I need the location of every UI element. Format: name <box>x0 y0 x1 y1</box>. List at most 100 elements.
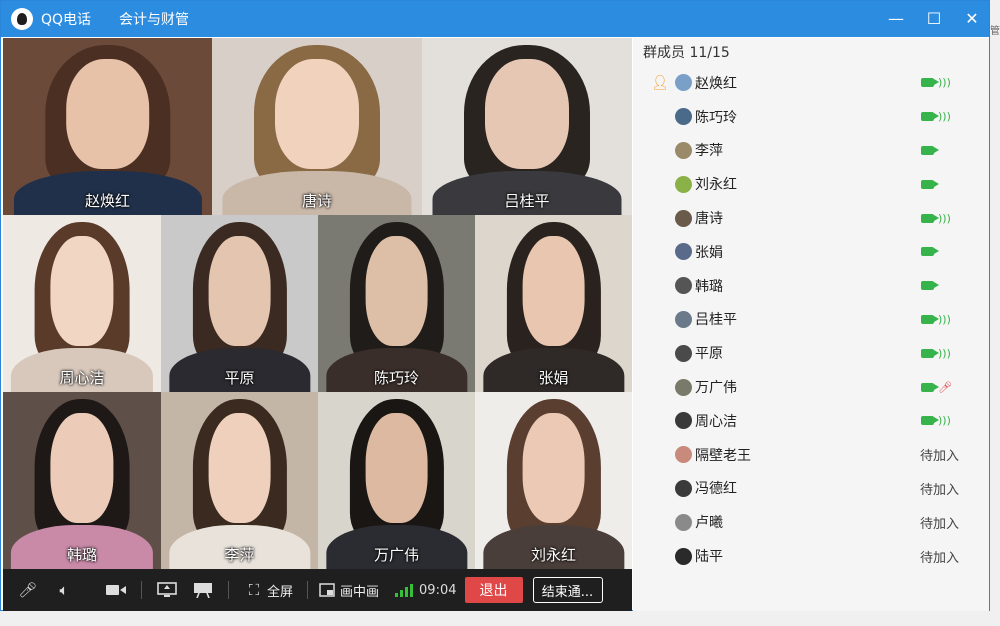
participant-name: 张娟 <box>538 369 569 387</box>
avatar <box>675 74 692 92</box>
avatar <box>675 175 692 193</box>
member-row[interactable]: 唐诗))) <box>633 201 989 235</box>
member-row[interactable]: 陆平 待加入 <box>633 539 989 573</box>
member-panel: 群成员 11/15 👤︎ 赵焕红))) 陈巧玲))) 李萍 刘永红 唐诗))) 张娟 韩璐 吕桂… <box>633 38 989 611</box>
speaking-icon: ))) <box>938 110 951 124</box>
pending-status: 待加入 <box>920 516 960 532</box>
video-tile[interactable]: 陈巧玲 <box>318 215 475 392</box>
participant-name: 万广伟 <box>373 546 419 564</box>
participant-face <box>522 413 585 523</box>
member-name: 陆平 <box>695 549 723 566</box>
exit-button[interactable]: 退出 <box>464 577 523 603</box>
member-count-header: 群成员 11/15 <box>643 45 730 61</box>
member-name: 周心洁 <box>695 413 737 430</box>
avatar <box>675 243 692 261</box>
member-row[interactable]: 韩璐 <box>633 269 989 303</box>
participant-face <box>275 59 359 169</box>
video-on-icon <box>921 213 939 223</box>
screen-share-icon[interactable] <box>156 579 178 601</box>
pending-status: 待加入 <box>920 550 960 566</box>
title-bar[interactable]: QQ电话 会计与财管 — ☐ ✕ <box>1 1 989 37</box>
avatar <box>675 209 692 227</box>
participant-face <box>65 59 150 169</box>
video-tile[interactable]: 平原 <box>161 215 318 392</box>
participant-face <box>485 59 569 169</box>
participant-name: 周心洁 <box>59 369 105 387</box>
video-tile[interactable]: 万广伟 <box>318 392 475 569</box>
avatar <box>675 513 692 531</box>
close-button[interactable]: ✕ <box>963 10 981 28</box>
video-on-icon <box>921 382 939 392</box>
video-on-icon <box>921 179 939 189</box>
video-tile[interactable]: 韩璐 <box>3 392 161 569</box>
member-row[interactable]: 吕桂平))) <box>633 303 989 337</box>
member-row[interactable]: 卢曦 待加入 <box>633 505 989 539</box>
member-row[interactable]: 隔壁老王 待加入 <box>633 438 989 472</box>
microphone-icon[interactable]: 🎤︎ <box>17 579 39 601</box>
member-row[interactable]: 刘永红 <box>633 167 989 201</box>
avatar <box>675 277 692 295</box>
speaking-icon: ))) <box>938 346 951 360</box>
video-on-icon <box>921 247 939 257</box>
video-grid: 赵焕红 唐诗 吕桂平周心洁 平原 陈巧玲 张娟韩璐 李萍 万广伟 刘永红 <box>3 38 632 569</box>
member-name: 平原 <box>695 346 723 363</box>
app-title: QQ电话 <box>41 12 92 28</box>
member-name: 韩璐 <box>695 278 723 295</box>
video-tile[interactable]: 吕桂平 <box>422 38 632 215</box>
participant-name: 吕桂平 <box>504 192 550 210</box>
avatar <box>675 446 692 464</box>
member-row[interactable]: 万广伟 🎤︎ <box>633 370 989 404</box>
participant-name: 韩璐 <box>66 546 97 564</box>
pip-icon[interactable] <box>316 579 338 601</box>
video-on-icon <box>921 416 939 426</box>
member-row[interactable]: 周心洁))) <box>633 404 989 438</box>
member-row[interactable]: 陈巧玲))) <box>633 100 989 134</box>
speaker-icon[interactable]: 🔈︎ <box>53 579 75 601</box>
participant-name: 唐诗 <box>301 192 332 210</box>
speaking-icon: ))) <box>938 211 951 225</box>
member-row[interactable]: 李萍 <box>633 134 989 168</box>
video-tile[interactable]: 唐诗 <box>212 38 422 215</box>
member-name: 陈巧玲 <box>695 109 737 126</box>
fullscreen-icon[interactable]: ⛶ <box>243 579 265 601</box>
participant-face <box>50 236 114 346</box>
member-row[interactable]: 👤︎ 赵焕红))) <box>633 66 989 100</box>
member-row[interactable]: 张娟 <box>633 235 989 269</box>
video-on-icon <box>921 112 939 122</box>
participant-name: 李萍 <box>224 546 255 564</box>
speaking-icon: ))) <box>938 76 951 90</box>
video-tile[interactable]: 李萍 <box>161 392 318 569</box>
pending-status: 待加入 <box>920 449 960 465</box>
video-tile[interactable]: 张娟 <box>475 215 632 392</box>
mic-muted-icon: 🎤︎ <box>938 380 952 394</box>
video-on-icon <box>921 281 939 291</box>
participant-face <box>365 236 428 346</box>
minimize-button[interactable]: — <box>887 10 905 28</box>
video-tile[interactable]: 周心洁 <box>3 215 161 392</box>
member-name: 李萍 <box>695 143 723 160</box>
end-call-button[interactable]: 结束通... <box>532 577 603 603</box>
camera-icon[interactable] <box>105 579 127 601</box>
maximize-button[interactable]: ☐ <box>925 10 943 28</box>
member-name: 唐诗 <box>695 211 723 228</box>
qq-logo-icon <box>11 8 33 30</box>
avatar <box>675 344 692 362</box>
host-icon: 👤︎ <box>651 74 669 91</box>
video-tile[interactable]: 赵焕红 <box>3 38 212 215</box>
member-row[interactable]: 冯德红 待加入 <box>633 472 989 506</box>
member-name: 赵焕红 <box>695 75 737 92</box>
pending-status: 待加入 <box>920 482 960 498</box>
divider <box>141 581 142 599</box>
pip-button[interactable]: 画中画 <box>340 581 379 600</box>
fullscreen-button[interactable]: 全屏 <box>267 581 293 600</box>
avatar <box>675 479 692 497</box>
member-name: 冯德红 <box>695 481 737 498</box>
video-tile[interactable]: 刘永红 <box>475 392 632 569</box>
member-name: 卢曦 <box>695 515 723 532</box>
video-on-icon <box>921 78 939 88</box>
participant-name: 刘永红 <box>530 546 576 564</box>
speaking-icon: ))) <box>938 414 951 428</box>
avatar <box>675 547 692 565</box>
member-row[interactable]: 平原))) <box>633 336 989 370</box>
whiteboard-icon[interactable] <box>192 579 214 601</box>
